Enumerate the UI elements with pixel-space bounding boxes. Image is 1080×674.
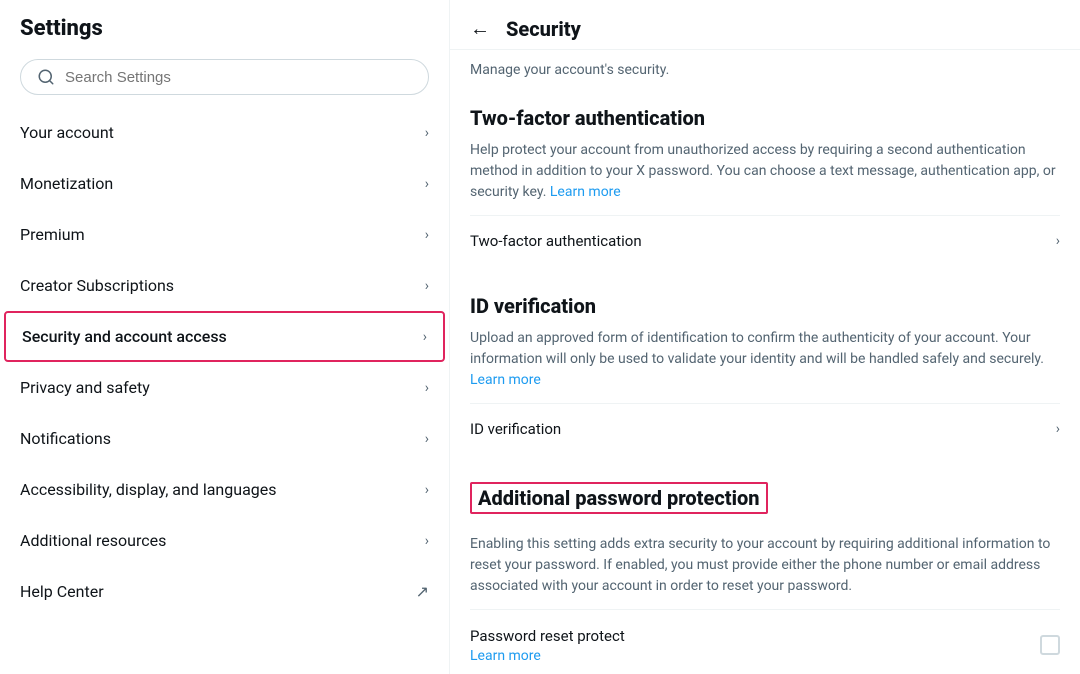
section-heading-additional-password-protection: Additional password protection: [470, 482, 768, 514]
learn-more-two-factor-auth[interactable]: Learn more: [550, 184, 621, 200]
search-container: [0, 51, 449, 107]
sidebar-item-security-and-account-access[interactable]: Security and account access ›: [4, 311, 445, 362]
content-subtitle: Manage your account's security.: [450, 50, 1080, 86]
section-id-verification: ID verification Upload an approved form …: [450, 274, 1080, 454]
chevron-icon: ›: [425, 380, 429, 396]
sidebar-item-privacy-and-safety[interactable]: Privacy and safety ›: [0, 362, 449, 413]
chevron-icon: ›: [425, 482, 429, 498]
section-desc-two-factor-auth: Help protect your account from unauthori…: [470, 140, 1060, 203]
chevron-icon: ›: [1056, 421, 1060, 437]
section-two-factor-auth: Two-factor authentication Help protect y…: [450, 86, 1080, 266]
chevron-icon: ›: [425, 176, 429, 192]
chevron-icon: ›: [423, 329, 427, 345]
password-reset-label: Password reset protect: [470, 627, 625, 645]
search-input[interactable]: [65, 69, 412, 86]
id-verification-row[interactable]: ID verification ›: [470, 403, 1060, 454]
sidebar-item-your-account[interactable]: Your account ›: [0, 107, 449, 158]
back-button[interactable]: ←: [470, 16, 490, 41]
chevron-icon: ›: [425, 533, 429, 549]
chevron-icon: ›: [425, 431, 429, 447]
sidebar-item-creator-subscriptions[interactable]: Creator Subscriptions ›: [0, 260, 449, 311]
sidebar-item-help-center[interactable]: Help Center ↗: [0, 566, 449, 617]
two-factor-auth-row[interactable]: Two-factor authentication ›: [470, 215, 1060, 266]
content-title: Security: [506, 17, 581, 41]
chevron-icon: ›: [425, 227, 429, 243]
chevron-icon: ›: [1056, 233, 1060, 249]
chevron-icon: ›: [425, 278, 429, 294]
sidebar: Settings Your account › Monetization › P…: [0, 0, 450, 674]
sidebar-nav: Your account › Monetization › Premium › …: [0, 107, 449, 617]
sidebar-item-monetization[interactable]: Monetization ›: [0, 158, 449, 209]
section-heading-two-factor-auth: Two-factor authentication: [470, 106, 1060, 130]
password-reset-checkbox[interactable]: [1040, 635, 1060, 655]
content-header: ← Security: [450, 0, 1080, 50]
chevron-icon: ›: [425, 125, 429, 141]
sidebar-item-additional-resources[interactable]: Additional resources ›: [0, 515, 449, 566]
section-desc-additional-password-protection: Enabling this setting adds extra securit…: [470, 534, 1060, 597]
learn-more-id-verification[interactable]: Learn more: [470, 372, 541, 388]
search-box[interactable]: [20, 59, 429, 95]
sidebar-item-premium[interactable]: Premium ›: [0, 209, 449, 260]
external-link-icon: ↗: [416, 582, 429, 601]
learn-more-password-reset[interactable]: Learn more: [470, 648, 541, 664]
content-panel: ← Security Manage your account's securit…: [450, 0, 1080, 674]
section-desc-id-verification: Upload an approved form of identificatio…: [470, 328, 1060, 391]
sidebar-item-accessibility-display-languages[interactable]: Accessibility, display, and languages ›: [0, 464, 449, 515]
sidebar-item-notifications[interactable]: Notifications ›: [0, 413, 449, 464]
password-reset-row: Password reset protect Learn more: [470, 609, 1060, 674]
section-additional-password-protection: Additional password protection Enabling …: [450, 462, 1080, 674]
section-heading-id-verification: ID verification: [470, 294, 1060, 318]
sidebar-title: Settings: [0, 0, 449, 51]
search-icon: [37, 68, 55, 86]
